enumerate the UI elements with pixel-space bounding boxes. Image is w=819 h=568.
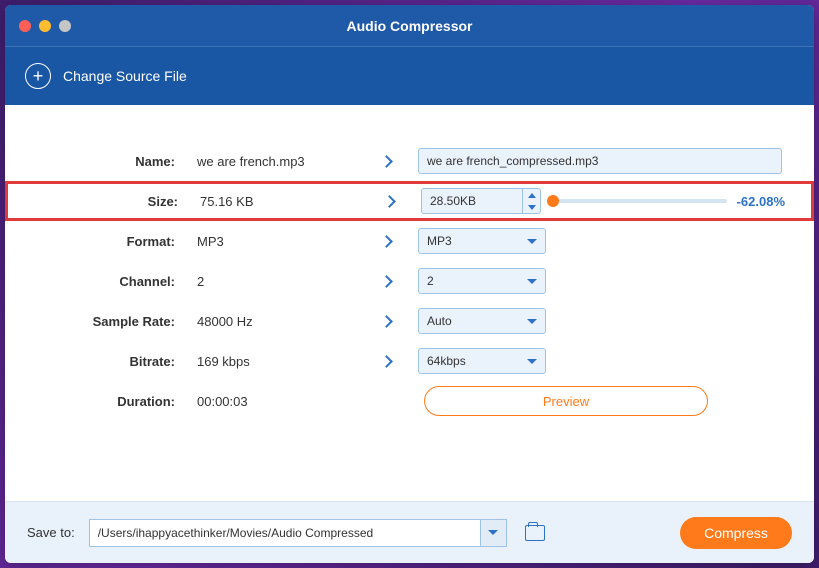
- save-path-dropdown[interactable]: [481, 519, 507, 547]
- bitrate-select[interactable]: 64kbps: [418, 348, 546, 374]
- content-area: Name: we are french.mp3 Size: 75.16 KB 2…: [5, 105, 814, 501]
- chevron-up-icon: [528, 193, 536, 198]
- chevron-down-icon: [528, 205, 536, 210]
- minimize-window-button[interactable]: [39, 20, 51, 32]
- size-stepper[interactable]: 28.50KB: [421, 188, 541, 214]
- channel-source-value: 2: [187, 274, 382, 289]
- app-window: Audio Compressor + Change Source File Na…: [5, 5, 814, 563]
- size-source-value: 75.16 KB: [190, 194, 385, 209]
- chevron-right-icon: [380, 355, 393, 368]
- chevron-right-icon: [380, 315, 393, 328]
- preview-button[interactable]: Preview: [424, 386, 708, 416]
- window-title: Audio Compressor: [5, 18, 814, 34]
- duration-value: 00:00:03: [187, 394, 382, 409]
- format-select[interactable]: MP3: [418, 228, 546, 254]
- maximize-window-button[interactable]: [59, 20, 71, 32]
- save-to-label: Save to:: [27, 525, 75, 540]
- row-bitrate: Bitrate: 169 kbps 64kbps: [5, 341, 814, 381]
- bitrate-target-value: 64kbps: [427, 354, 466, 368]
- chevron-right-icon: [383, 195, 396, 208]
- row-channel: Channel: 2 2: [5, 261, 814, 301]
- channel-select[interactable]: 2: [418, 268, 546, 294]
- size-step-down-button[interactable]: [523, 201, 540, 213]
- slider-thumb[interactable]: [547, 195, 559, 207]
- row-sample-rate: Sample Rate: 48000 Hz Auto: [5, 301, 814, 341]
- size-step-up-button[interactable]: [523, 189, 540, 201]
- toolbar: + Change Source File: [5, 47, 814, 105]
- plus-circle-icon[interactable]: +: [25, 63, 51, 89]
- folder-icon[interactable]: [525, 525, 545, 541]
- size-label: Size:: [8, 194, 190, 209]
- row-size: Size: 75.16 KB 28.50KB: [5, 181, 814, 221]
- format-target-value: MP3: [427, 234, 452, 248]
- sample-rate-target-value: Auto: [427, 314, 452, 328]
- chevron-right-icon: [380, 275, 393, 288]
- sample-rate-label: Sample Rate:: [5, 314, 187, 329]
- bitrate-source-value: 169 kbps: [187, 354, 382, 369]
- save-path-input[interactable]: [89, 519, 481, 547]
- traffic-lights: [19, 20, 71, 32]
- change-source-button[interactable]: Change Source File: [63, 68, 187, 84]
- name-source-value: we are french.mp3: [187, 154, 382, 169]
- chevron-right-icon: [380, 235, 393, 248]
- format-label: Format:: [5, 234, 187, 249]
- size-percent: -62.08%: [737, 194, 785, 209]
- channel-label: Channel:: [5, 274, 187, 289]
- size-target-value: 28.50KB: [422, 194, 522, 208]
- name-label: Name:: [5, 154, 187, 169]
- size-slider[interactable]: [553, 199, 727, 203]
- row-name: Name: we are french.mp3: [5, 141, 814, 181]
- row-duration: Duration: 00:00:03 Preview: [5, 381, 814, 421]
- footer: Save to: Compress: [5, 501, 814, 563]
- compress-button[interactable]: Compress: [680, 517, 792, 549]
- close-window-button[interactable]: [19, 20, 31, 32]
- output-name-input[interactable]: [418, 148, 782, 174]
- format-source-value: MP3: [187, 234, 382, 249]
- channel-target-value: 2: [427, 274, 434, 288]
- row-format: Format: MP3 MP3: [5, 221, 814, 261]
- sample-rate-source-value: 48000 Hz: [187, 314, 382, 329]
- bitrate-label: Bitrate:: [5, 354, 187, 369]
- titlebar: Audio Compressor: [5, 5, 814, 47]
- chevron-right-icon: [380, 155, 393, 168]
- sample-rate-select[interactable]: Auto: [418, 308, 546, 334]
- duration-label: Duration:: [5, 394, 187, 409]
